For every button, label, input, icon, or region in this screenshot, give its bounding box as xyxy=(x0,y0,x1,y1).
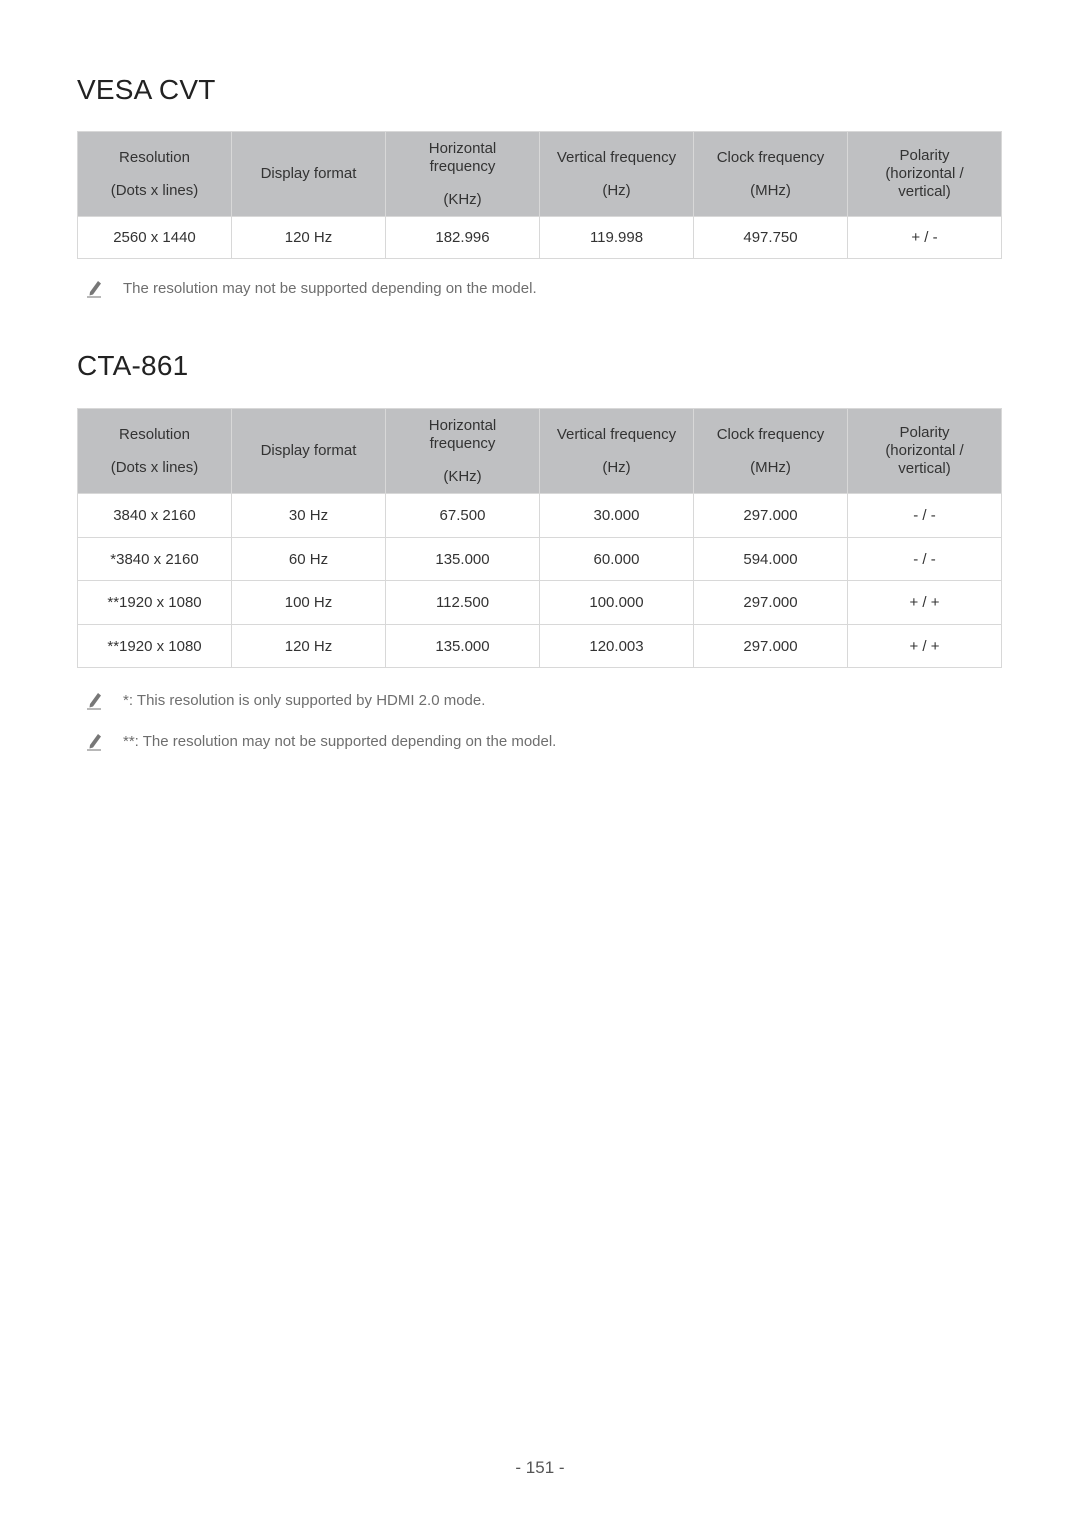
cell-polarity: - / - xyxy=(847,493,1002,538)
table-header-row: Resolution (Dots x lines) Display format… xyxy=(77,408,1002,494)
cell-clock-frequency: 297.000 xyxy=(693,624,848,668)
cta-861-table: Resolution (Dots x lines) Display format… xyxy=(77,408,1002,668)
page-number: - 151 - xyxy=(515,1458,565,1477)
cell-polarity: + / + xyxy=(847,624,1002,668)
cell-vertical-frequency: 30.000 xyxy=(539,493,694,538)
cell-clock-frequency: 297.000 xyxy=(693,493,848,538)
cell-vertical-frequency: 60.000 xyxy=(539,537,694,581)
header-horizontal-frequency: Horizontal frequency (KHz) xyxy=(385,131,540,217)
cell-display-format: 120 Hz xyxy=(231,624,386,668)
cell-vertical-frequency: 119.998 xyxy=(539,216,694,259)
note-cta-model-support: **: The resolution may not be supported … xyxy=(86,731,556,751)
header-vertical-frequency: Vertical frequency (Hz) xyxy=(539,131,694,217)
section-title-vesa-cvt: VESA CVT xyxy=(77,74,216,105)
cell-horizontal-frequency: 67.500 xyxy=(385,493,540,538)
pencil-icon xyxy=(86,690,104,710)
cell-display-format: 100 Hz xyxy=(231,580,386,625)
cell-horizontal-frequency: 182.996 xyxy=(385,216,540,259)
table-row: 2560 x 1440 120 Hz 182.996 119.998 497.7… xyxy=(77,216,1002,259)
cell-resolution: 3840 x 2160 xyxy=(77,493,232,538)
header-clock-frequency: Clock frequency (MHz) xyxy=(693,131,848,217)
note-text: *: This resolution is only supported by … xyxy=(123,691,486,709)
header-vertical-frequency: Vertical frequency (Hz) xyxy=(539,408,694,494)
table-row: *3840 x 2160 60 Hz 135.000 60.000 594.00… xyxy=(77,537,1002,581)
cell-clock-frequency: 297.000 xyxy=(693,580,848,625)
cell-resolution: **1920 x 1080 xyxy=(77,580,232,625)
cell-display-format: 120 Hz xyxy=(231,216,386,259)
note-text: The resolution may not be supported depe… xyxy=(123,279,537,297)
cell-display-format: 30 Hz xyxy=(231,493,386,538)
pencil-icon xyxy=(86,731,104,751)
header-display-format: Display format xyxy=(231,408,386,494)
pencil-icon xyxy=(86,278,104,298)
table-row: **1920 x 1080 120 Hz 135.000 120.003 297… xyxy=(77,624,1002,668)
cell-vertical-frequency: 100.000 xyxy=(539,580,694,625)
cell-resolution: *3840 x 2160 xyxy=(77,537,232,581)
section-title-cta-861: CTA-861 xyxy=(77,350,189,381)
cell-clock-frequency: 497.750 xyxy=(693,216,848,259)
cell-resolution: 2560 x 1440 xyxy=(77,216,232,259)
note-vesa-model-support: The resolution may not be supported depe… xyxy=(86,278,537,298)
cell-display-format: 60 Hz xyxy=(231,537,386,581)
header-clock-frequency: Clock frequency (MHz) xyxy=(693,408,848,494)
header-horizontal-frequency: Horizontal frequency (KHz) xyxy=(385,408,540,494)
note-text: **: The resolution may not be supported … xyxy=(123,732,557,750)
header-display-format: Display format xyxy=(231,131,386,217)
note-hdmi-2-0-only: *: This resolution is only supported by … xyxy=(86,690,485,710)
cell-vertical-frequency: 120.003 xyxy=(539,624,694,668)
vesa-cvt-table: Resolution (Dots x lines) Display format… xyxy=(77,131,1002,259)
header-polarity: Polarity (horizontal / vertical) xyxy=(847,131,1002,217)
cell-polarity: + / - xyxy=(847,216,1002,259)
table-row: 3840 x 2160 30 Hz 67.500 30.000 297.000 … xyxy=(77,493,1002,538)
cell-resolution: **1920 x 1080 xyxy=(77,624,232,668)
header-resolution: Resolution (Dots x lines) xyxy=(77,131,232,217)
table-header-row: Resolution (Dots x lines) Display format… xyxy=(77,131,1002,217)
header-resolution: Resolution (Dots x lines) xyxy=(77,408,232,494)
cell-polarity: + / + xyxy=(847,580,1002,625)
cell-horizontal-frequency: 112.500 xyxy=(385,580,540,625)
cell-horizontal-frequency: 135.000 xyxy=(385,537,540,581)
cell-horizontal-frequency: 135.000 xyxy=(385,624,540,668)
cell-clock-frequency: 594.000 xyxy=(693,537,848,581)
header-polarity: Polarity (horizontal / vertical) xyxy=(847,408,1002,494)
cell-polarity: - / - xyxy=(847,537,1002,581)
table-row: **1920 x 1080 100 Hz 112.500 100.000 297… xyxy=(77,580,1002,625)
